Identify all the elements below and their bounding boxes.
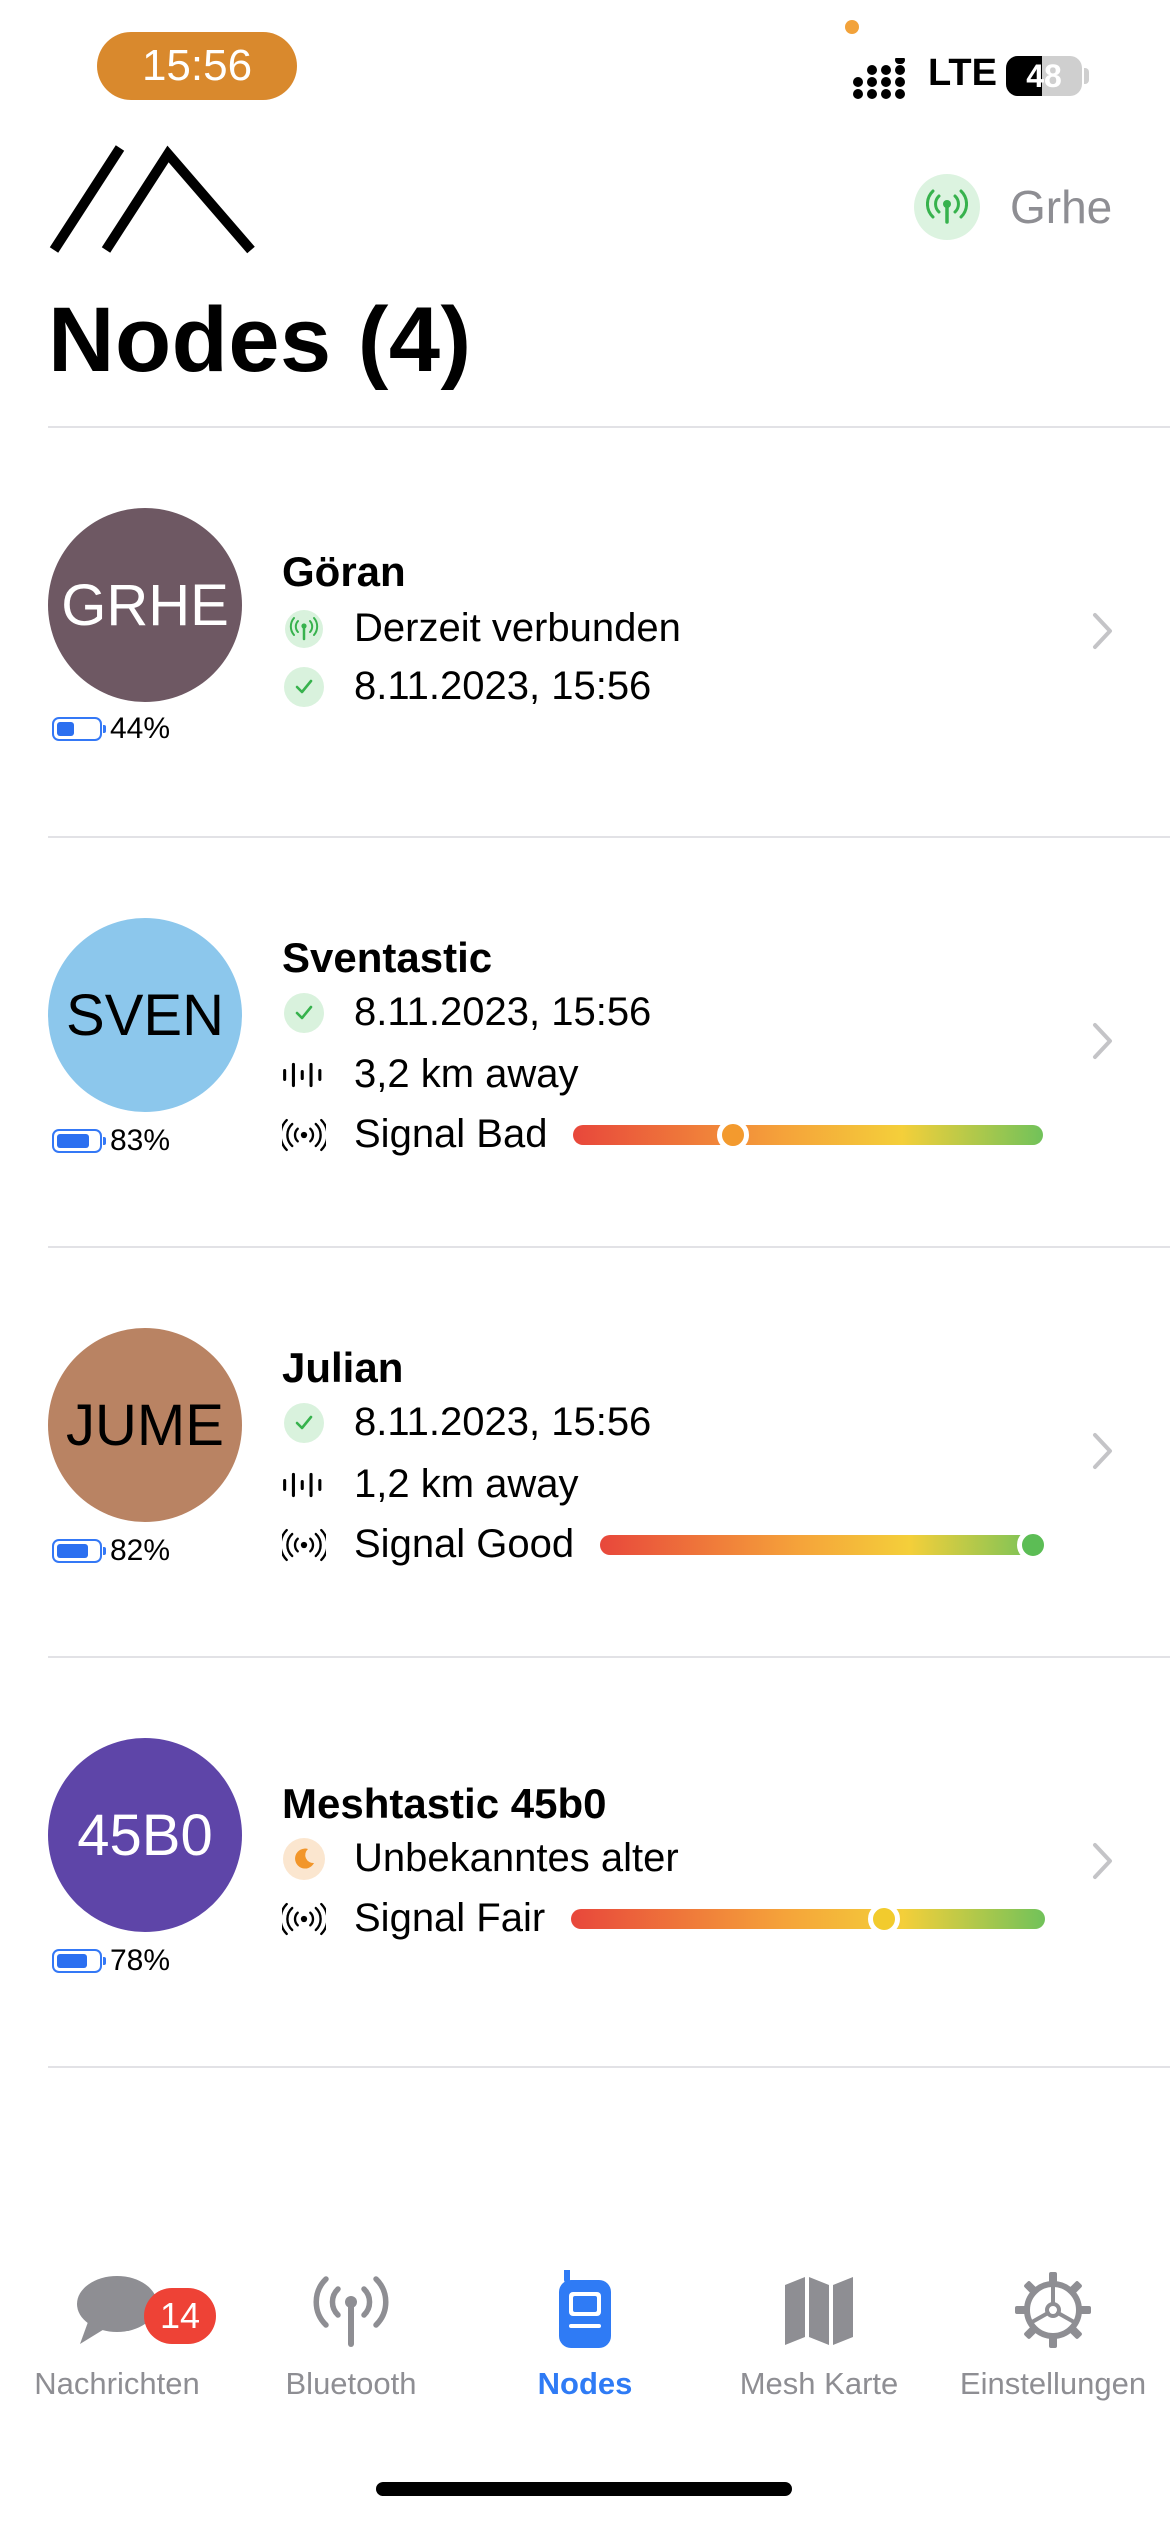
map-icon <box>702 2260 936 2360</box>
check-icon <box>282 991 326 1035</box>
signal-line: Signal Good <box>282 1522 1050 1567</box>
chevron-right-icon <box>1093 613 1112 649</box>
divider <box>48 2066 1170 2068</box>
battery-icon <box>52 1949 106 1973</box>
avatar: GRHE <box>48 508 242 702</box>
status-bar: 15:56 LTE 48 <box>0 0 1170 130</box>
battery-indicator: 83% <box>52 1124 170 1158</box>
radio-device-icon <box>468 2260 702 2360</box>
last-heard-line: 8.11.2023, 15:56 <box>282 1400 651 1445</box>
node-name: Göran <box>282 548 406 595</box>
gear-icon <box>936 2260 1170 2360</box>
tab-label: Bluetooth <box>285 2366 417 2401</box>
distance-line: 1,2 km away <box>282 1462 579 1507</box>
battery-percent: 83% <box>110 1124 171 1157</box>
last-heard-status: Unbekanntes alter <box>354 1836 679 1880</box>
signal-label: Signal Bad <box>354 1112 548 1156</box>
status-time: 15:56 <box>97 32 297 100</box>
distance-line: 3,2 km away <box>282 1052 579 1097</box>
moon-icon <box>282 1837 326 1881</box>
tab-label: Nodes <box>537 2366 633 2401</box>
distance-waveform-icon <box>282 1053 326 1097</box>
node-row-sventastic[interactable]: SVEN 83% Sventastic 8.11.2023, 15:56 3,2… <box>0 838 1170 1246</box>
node-row-meshtastic-45b0[interactable]: 45B0 78% Meshtastic 45b0 Unbekanntes alt… <box>0 1658 1170 2066</box>
signal-strength-bar <box>571 1902 1046 1935</box>
signal-antenna-icon <box>282 1113 326 1157</box>
chevron-right-icon <box>1093 1433 1112 1469</box>
check-icon <box>282 1401 326 1445</box>
home-indicator <box>376 2482 792 2496</box>
signal-strength-marker <box>1017 1528 1050 1561</box>
connected-antenna-icon[interactable] <box>914 174 980 240</box>
battery-tip <box>1084 68 1089 84</box>
battery-indicator: 82% <box>52 1534 170 1568</box>
signal-strength-marker <box>868 1902 901 1935</box>
battery-percent: 44% <box>110 712 171 745</box>
signal-line: Signal Fair <box>282 1896 1046 1941</box>
meshtastic-logo-icon <box>49 145 255 254</box>
tab-bluetooth[interactable]: Bluetooth <box>234 2260 468 2402</box>
node-name: Julian <box>282 1344 404 1391</box>
check-icon <box>282 665 326 709</box>
last-heard: 8.11.2023, 15:56 <box>354 1400 652 1444</box>
tab-label: Einstellungen <box>959 2366 1147 2401</box>
last-heard-line: Unbekanntes alter <box>282 1836 679 1881</box>
unread-badge: 14 <box>144 2288 216 2344</box>
signal-strength-bar <box>600 1528 1050 1561</box>
connected-node-name[interactable]: Grhe <box>1010 180 1112 234</box>
signal-antenna-icon <box>282 1523 326 1567</box>
tab-einstellungen[interactable]: Einstellungen <box>936 2260 1170 2402</box>
distance-waveform-icon <box>282 1463 326 1507</box>
node-row-julian[interactable]: JUME 82% Julian 8.11.2023, 15:56 1,2 km … <box>0 1248 1170 1656</box>
last-heard: 8.11.2023, 15:56 <box>354 990 652 1034</box>
distance: 1,2 km away <box>354 1462 579 1506</box>
tab-bar: 14 Nachrichten Bluetooth Nodes Mesh Kart… <box>0 2260 1170 2460</box>
tab-nodes[interactable]: Nodes <box>468 2260 702 2402</box>
tab-label: Mesh Karte <box>739 2366 899 2401</box>
battery-icon <box>52 717 106 741</box>
battery-icon: 48 <box>1006 56 1082 96</box>
battery-percent: 78% <box>110 1944 171 1977</box>
node-name: Meshtastic 45b0 <box>282 1780 607 1827</box>
antenna-icon <box>234 2260 468 2360</box>
network-type: LTE <box>928 52 997 94</box>
last-heard-line: 8.11.2023, 15:56 <box>282 664 651 709</box>
battery-icon <box>52 1539 106 1563</box>
signal-antenna-icon <box>282 1897 326 1941</box>
status-line: Derzeit verbunden <box>282 606 681 651</box>
tab-nachrichten[interactable]: 14 Nachrichten <box>0 2260 234 2402</box>
avatar: SVEN <box>48 918 242 1112</box>
last-heard-line: 8.11.2023, 15:56 <box>282 990 651 1035</box>
connection-status: Derzeit verbunden <box>354 606 681 650</box>
battery-percent: 48 <box>1026 58 1062 94</box>
tab-mesh-karte[interactable]: Mesh Karte <box>702 2260 936 2402</box>
node-name: Sventastic <box>282 934 493 981</box>
distance: 3,2 km away <box>354 1052 579 1096</box>
page-title: Nodes (4) <box>48 289 472 391</box>
battery-indicator: 78% <box>52 1944 170 1978</box>
signal-strength-marker <box>717 1118 750 1151</box>
battery-icon <box>52 1129 106 1153</box>
node-row-goran[interactable]: GRHE 44% Göran Derzeit verbunden 8.11.20… <box>0 428 1170 836</box>
battery-indicator: 44% <box>52 712 170 746</box>
avatar: JUME <box>48 1328 242 1522</box>
tab-label: Nachrichten <box>34 2366 200 2401</box>
chevron-right-icon <box>1093 1023 1112 1059</box>
cellular-signal-icon <box>853 58 905 99</box>
chevron-right-icon <box>1093 1843 1112 1879</box>
signal-label: Signal Fair <box>354 1896 546 1940</box>
connected-antenna-icon <box>282 607 326 651</box>
signal-strength-bar <box>573 1118 1044 1151</box>
signal-line: Signal Bad <box>282 1112 1044 1157</box>
last-heard: 8.11.2023, 15:56 <box>354 664 652 708</box>
privacy-indicator-dot <box>845 20 859 34</box>
avatar: 45B0 <box>48 1738 242 1932</box>
battery-percent: 82% <box>110 1534 171 1567</box>
signal-label: Signal Good <box>354 1522 575 1566</box>
